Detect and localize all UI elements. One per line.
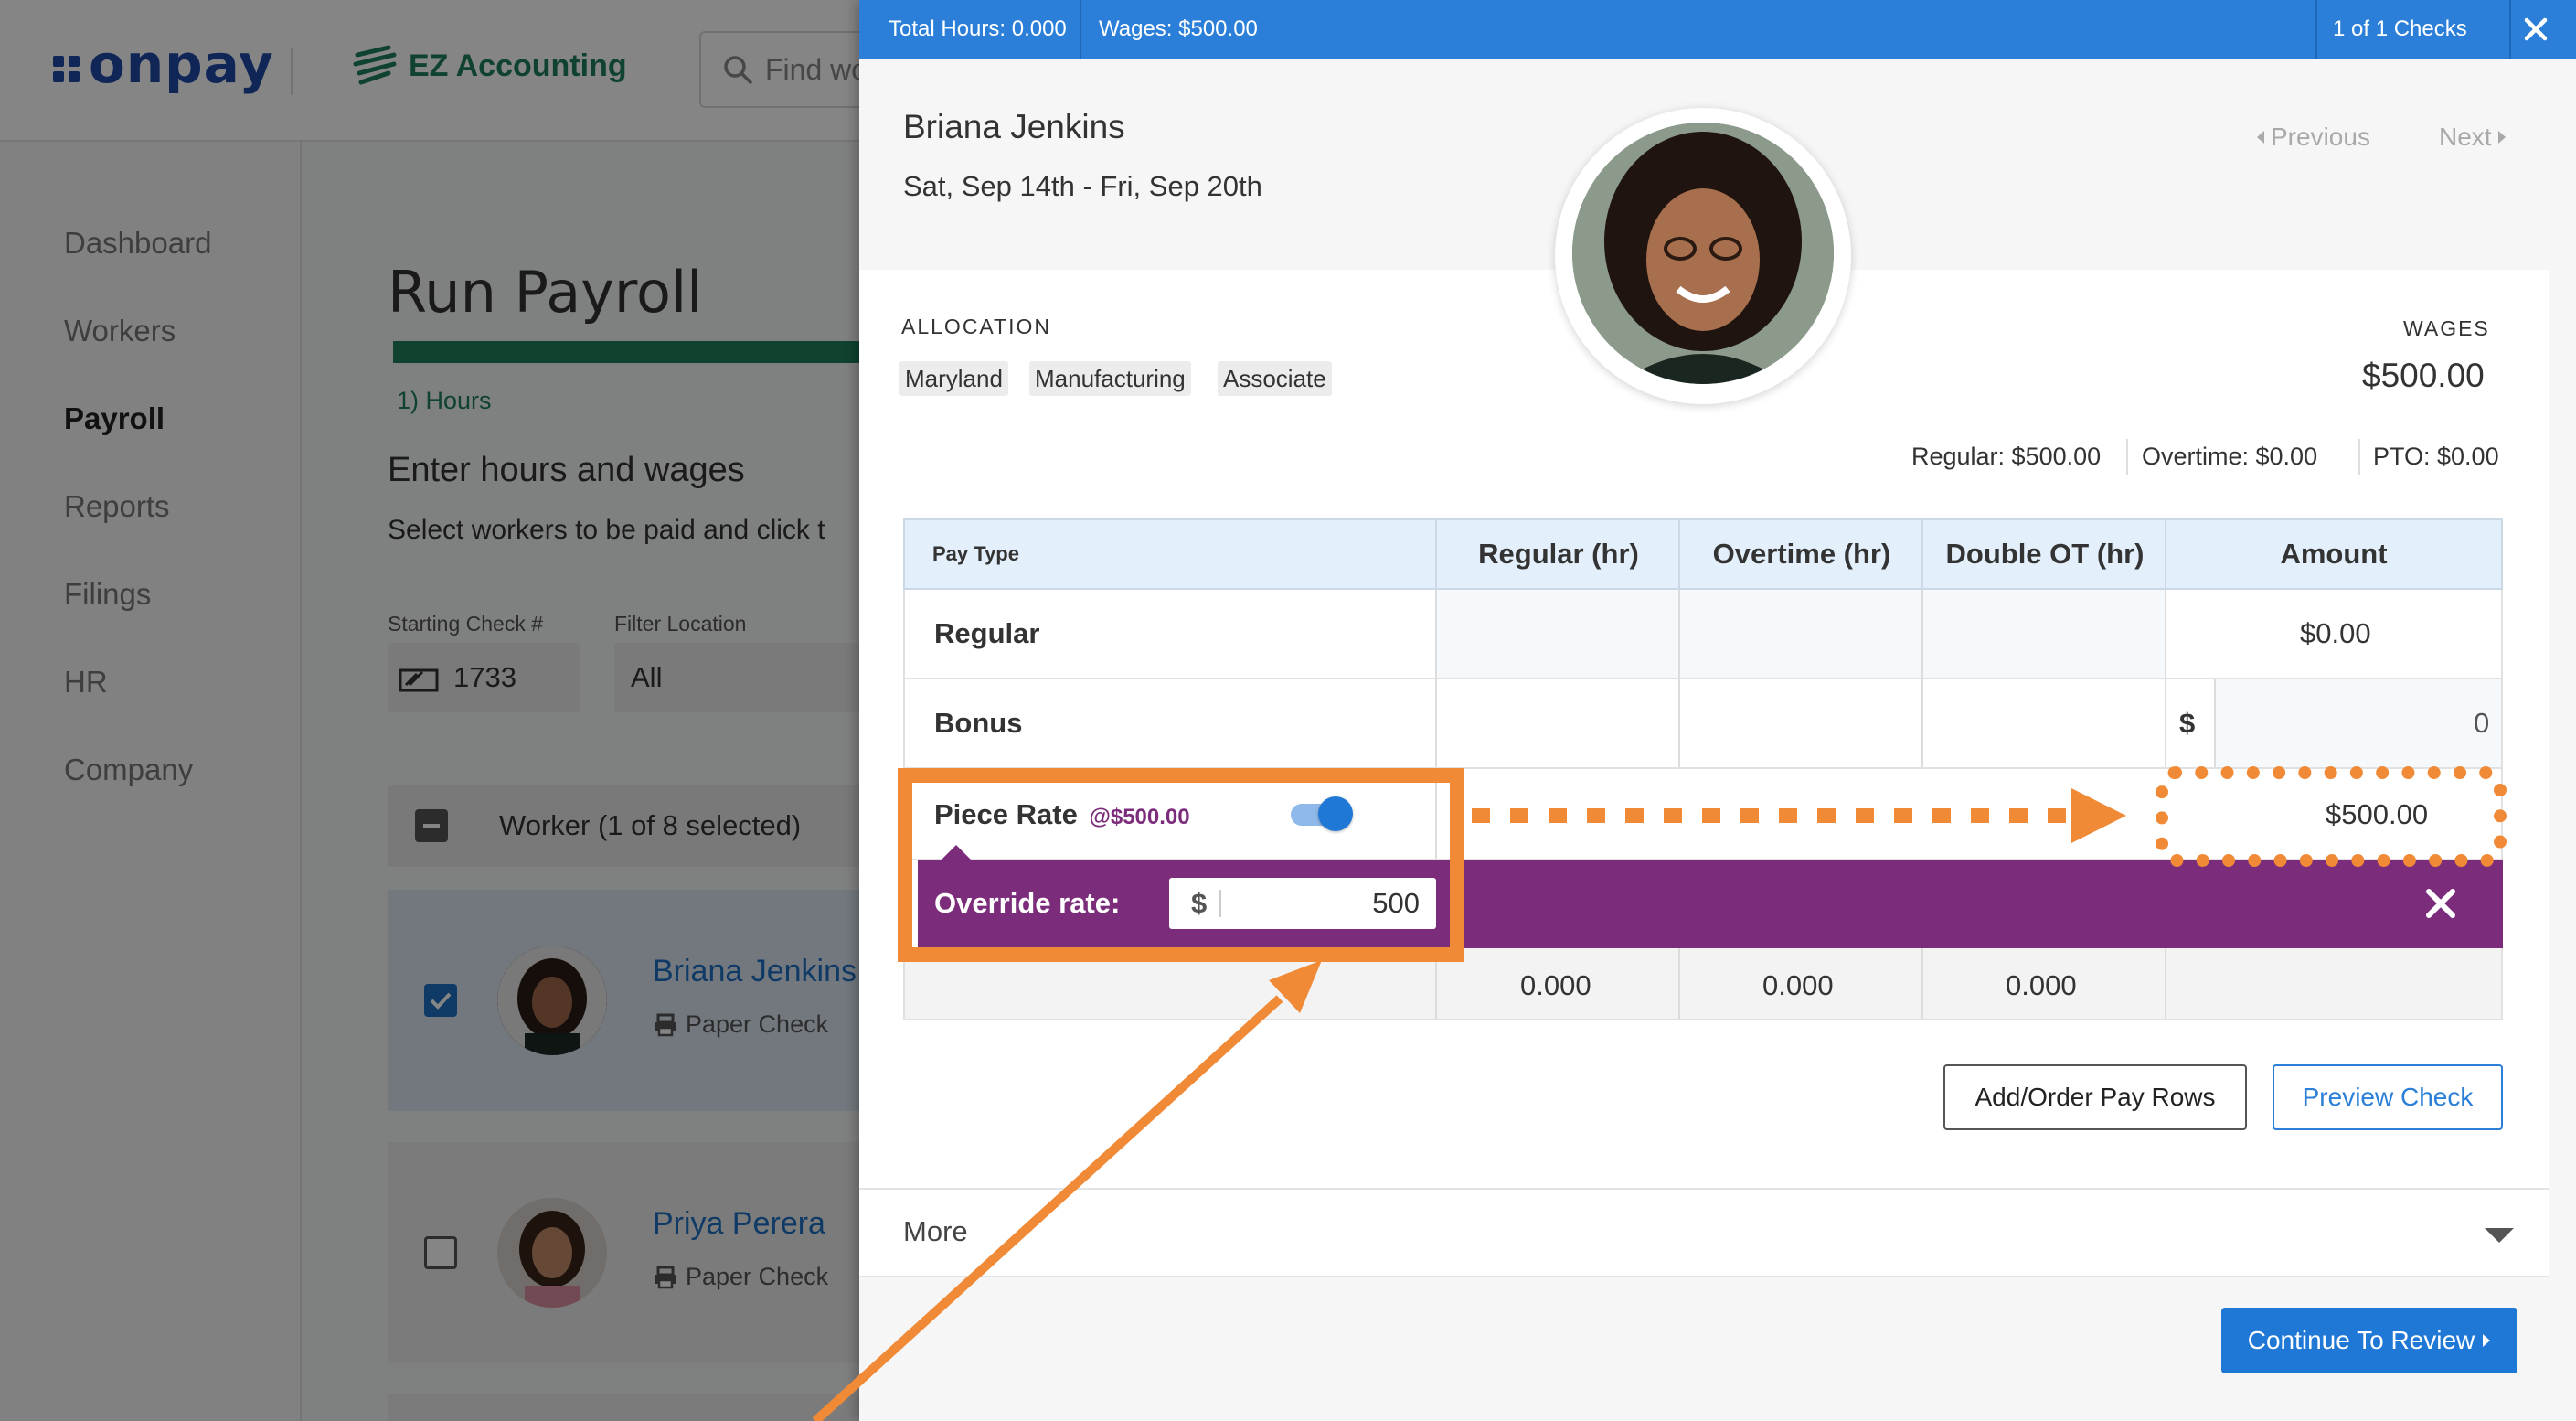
column-divider — [1921, 948, 1923, 1019]
add-order-pay-rows-button[interactable]: Add/Order Pay Rows — [1943, 1064, 2247, 1130]
column-divider — [1678, 679, 1680, 767]
column-divider — [1678, 948, 1680, 1019]
caret-right-icon — [2497, 131, 2506, 144]
column-double-ot-hours: Double OT (hr) — [1945, 538, 2145, 570]
employee-photo — [1572, 123, 1834, 384]
continue-label: Continue To Review — [2247, 1326, 2475, 1354]
close-icon — [2524, 17, 2548, 41]
column-regular-hours: Regular (hr) — [1478, 538, 1639, 570]
modal-summary-bar: Total Hours: 0.000 Wages: $500.00 1 of 1… — [859, 0, 2576, 59]
annotation-dashed-box — [2156, 766, 2507, 867]
bar-divider — [2315, 0, 2317, 59]
more-label: More — [903, 1215, 968, 1247]
allocation-label: ALLOCATION — [901, 315, 1051, 338]
check-editor-modal: Total Hours: 0.000 Wages: $500.00 1 of 1… — [859, 0, 2576, 1421]
previous-label: Previous — [2271, 123, 2370, 151]
total-wages: Wages: $500.00 — [1099, 16, 1258, 41]
pto-wages: PTO: $0.00 — [2373, 443, 2499, 470]
chevron-down-icon — [2485, 1228, 2514, 1243]
allocation-chip-department: Manufacturing — [1029, 361, 1191, 396]
pay-row-amount: $0.00 — [2300, 617, 2371, 649]
pay-row-label: Bonus — [934, 707, 1023, 739]
allocation-chip-state: Maryland — [899, 361, 1008, 396]
column-divider — [1921, 590, 1923, 678]
close-override-button[interactable] — [2421, 883, 2461, 924]
regular-wages: Regular: $500.00 — [1911, 443, 2102, 470]
breakdown-divider — [2126, 439, 2128, 475]
caret-left-icon — [2257, 131, 2264, 144]
total-overtime-hours: 0.000 — [1762, 969, 1834, 1001]
bonus-amount-input[interactable] — [2216, 679, 2501, 767]
allocation-chip-role: Associate — [1218, 361, 1332, 396]
column-amount: Amount — [2280, 538, 2388, 570]
column-divider — [2165, 590, 2166, 678]
caret-right-icon — [2483, 1334, 2491, 1347]
bar-divider — [1080, 0, 1081, 59]
pay-row-label: Regular — [934, 617, 1040, 649]
column-divider — [2165, 948, 2166, 1019]
total-hours: Total Hours: 0.000 — [889, 16, 1067, 41]
pay-row-regular: Regular $0.00 — [903, 590, 2503, 679]
pay-period: Sat, Sep 14th - Fri, Sep 20th — [903, 170, 1262, 202]
column-divider — [1921, 520, 1923, 588]
modal-backdrop[interactable] — [0, 0, 859, 1421]
preview-check-button[interactable]: Preview Check — [2273, 1064, 2503, 1130]
column-overtime-hours: Overtime (hr) — [1712, 538, 1891, 570]
column-divider — [1435, 520, 1437, 588]
column-divider — [2214, 679, 2216, 767]
total-double-ot-hours: 0.000 — [2006, 969, 2077, 1001]
check-count: 1 of 1 Checks — [2333, 16, 2467, 41]
wages-total: $500.00 — [2362, 357, 2485, 394]
next-label: Next — [2439, 123, 2492, 151]
next-button[interactable]: Next — [2439, 123, 2507, 152]
continue-to-review-button[interactable]: Continue To Review — [2221, 1308, 2517, 1373]
bar-divider — [2509, 0, 2511, 59]
total-regular-hours: 0.000 — [1520, 969, 1591, 1001]
employee-name: Briana Jenkins — [903, 108, 1125, 145]
close-modal-button[interactable] — [2514, 7, 2558, 51]
column-pay-type: Pay Type — [932, 542, 1019, 565]
annotation-highlight-box — [898, 768, 1464, 962]
bonus-amount-value: 0 — [2474, 707, 2490, 739]
pay-row-bonus: Bonus $ 0 — [903, 679, 2503, 769]
column-divider — [1678, 590, 1680, 678]
more-section-toggle[interactable]: More — [859, 1188, 2549, 1277]
close-icon — [2426, 889, 2455, 918]
column-divider — [2165, 520, 2166, 588]
pay-table-header: Pay Type Regular (hr) Overtime (hr) Doub… — [903, 518, 2503, 590]
column-divider — [1921, 679, 1923, 767]
column-divider — [1435, 679, 1437, 767]
overtime-wages: Overtime: $0.00 — [2142, 443, 2318, 470]
column-divider — [2165, 679, 2166, 767]
wages-label: WAGES — [2403, 316, 2490, 340]
previous-button[interactable]: Previous — [2256, 123, 2370, 152]
column-divider — [1435, 590, 1437, 678]
column-divider — [1678, 520, 1680, 588]
hours-cells[interactable] — [1437, 590, 2165, 678]
currency-symbol: $ — [2179, 707, 2196, 739]
